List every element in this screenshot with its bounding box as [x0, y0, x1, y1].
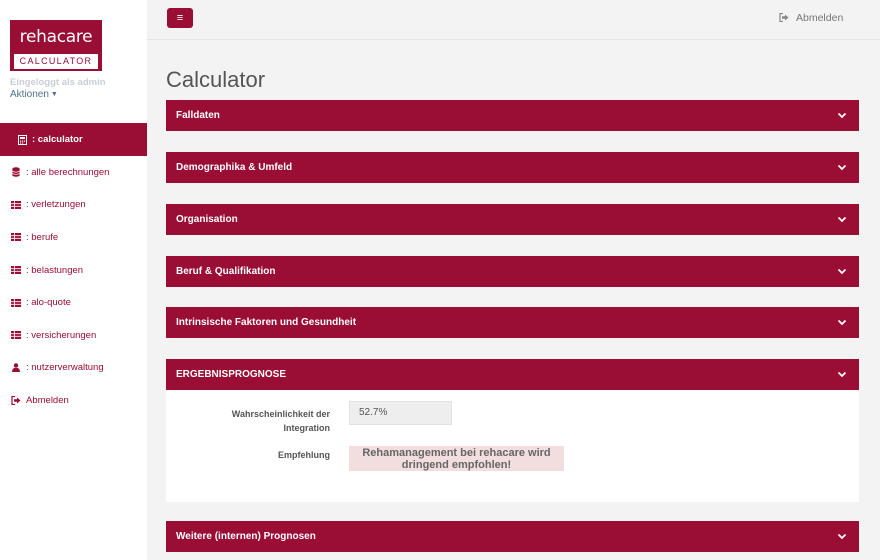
table-icon [10, 331, 22, 340]
panel-title: Intrinsische Faktoren und Gesundheit [176, 317, 357, 328]
sidebar-item-label: Abmelden [26, 394, 69, 406]
sign-out-icon [10, 395, 22, 405]
panel-organisation[interactable]: Organisation [166, 204, 859, 235]
sidebar-item-belastungen[interactable]: : belastungen [0, 254, 147, 287]
sidebar-item-label: : alo-quote [26, 297, 71, 309]
recommendation-alert: Rehamanagement bei rehacare wird dringen… [349, 446, 564, 471]
panel-demographika[interactable]: Demographika & Umfeld [166, 152, 859, 183]
sidebar-item-label: : nutzerverwaltung [26, 362, 104, 374]
actions-dropdown[interactable]: Aktionen ▼ [10, 89, 58, 100]
brand-tagline: CALCULATOR [14, 54, 98, 69]
panel-title: Organisation [176, 214, 238, 225]
brand-logo[interactable]: rehacare CALCULATOR [10, 20, 102, 71]
sidebar: rehacare CALCULATOR Eingeloggt als admin… [0, 0, 147, 560]
page-title: Calculator [166, 67, 266, 92]
probability-field: 52.7% [349, 401, 452, 425]
logout-label: Abmelden [796, 12, 844, 24]
sidebar-item-label: : calculator [32, 134, 83, 145]
sidebar-item-label: : belastungen [26, 264, 84, 276]
panel-title: Weitere (internen) Prognosen [176, 531, 316, 542]
probability-label: Wahrscheinlichkeit der Integration [231, 409, 330, 433]
panel-ergebnisprognose[interactable]: ERGEBNISPROGNOSE [166, 359, 859, 390]
user-icon [10, 363, 22, 373]
brand-name: rehacare [19, 27, 93, 47]
panel-beruf-qualifikation[interactable]: Beruf & Qualifikation [166, 256, 859, 287]
sidebar-item-nutzerverwaltung[interactable]: : nutzerverwaltung [0, 352, 147, 385]
sidebar-item-alo-quote[interactable]: : alo-quote [0, 286, 147, 319]
caret-down-icon: ▼ [50, 91, 58, 98]
chevron-down-icon [837, 164, 847, 171]
top-bar: ≡ Abmelden [147, 0, 880, 40]
chevron-down-icon [837, 268, 847, 275]
result-panel-body: Wahrscheinlichkeit der Integration 52.7%… [166, 390, 859, 502]
sidebar-item-alle-berechnungen[interactable]: : alle berechnungen [0, 156, 147, 189]
menu-toggle-button[interactable]: ≡ [167, 8, 193, 28]
table-icon [10, 298, 22, 307]
sidebar-nav: : calculator : alle berechnungen : verle… [0, 123, 147, 417]
sidebar-item-calculator[interactable]: : calculator [0, 123, 147, 156]
panel-title: ERGEBNISPROGNOSE [176, 369, 287, 380]
logout-link[interactable]: Abmelden [779, 12, 843, 24]
table-icon [10, 266, 22, 275]
login-status: Eingeloggt als admin [10, 77, 106, 88]
chevron-down-icon [837, 371, 847, 378]
table-icon [10, 200, 22, 209]
sidebar-item-berufe[interactable]: : berufe [0, 221, 147, 254]
hamburger-icon: ≡ [176, 12, 184, 24]
sidebar-item-label: : alle berechnungen [26, 166, 110, 178]
panel-falldaten[interactable]: Falldaten [166, 100, 859, 131]
sign-out-icon [779, 12, 789, 24]
chevron-down-icon [837, 319, 847, 326]
chevron-down-icon [837, 533, 847, 540]
panel-title: Falldaten [176, 110, 220, 121]
calculator-icon [16, 134, 28, 145]
sidebar-item-versicherungen[interactable]: : versicherungen [0, 319, 147, 352]
chevron-down-icon [837, 112, 847, 119]
sidebar-item-label: : versicherungen [26, 329, 97, 341]
sidebar-item-label: : verletzungen [26, 199, 86, 211]
sidebar-item-label: : berufe [26, 231, 59, 243]
panel-title: Beruf & Qualifikation [176, 266, 276, 277]
sidebar-item-verletzungen[interactable]: : verletzungen [0, 189, 147, 222]
recommendation-label: Empfehlung [278, 450, 330, 460]
table-icon [10, 233, 22, 242]
panel-intrinsische-faktoren[interactable]: Intrinsische Faktoren und Gesundheit [166, 307, 859, 338]
database-icon [10, 167, 22, 177]
chevron-down-icon [837, 216, 847, 223]
sidebar-item-abmelden[interactable]: Abmelden [0, 384, 147, 417]
panel-weitere-prognosen[interactable]: Weitere (internen) Prognosen [166, 521, 859, 552]
panel-title: Demographika & Umfeld [176, 162, 293, 173]
actions-label: Aktionen [10, 89, 49, 100]
